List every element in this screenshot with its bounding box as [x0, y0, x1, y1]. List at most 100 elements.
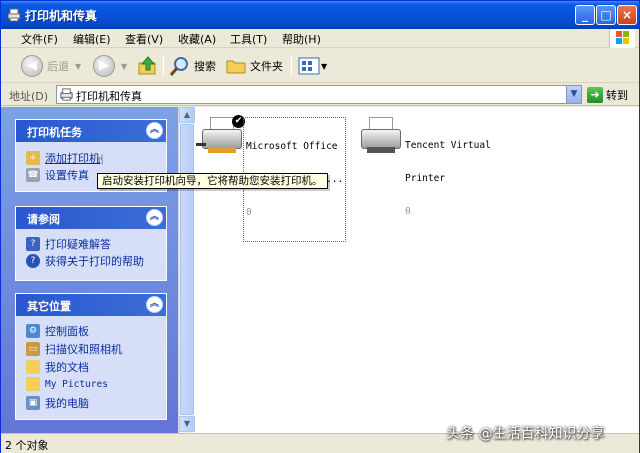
scroll-thumb[interactable]	[180, 124, 194, 415]
link-label: 我的文档	[45, 361, 89, 374]
views-button[interactable]: ▼	[298, 53, 327, 79]
help-icon: ?	[26, 237, 40, 251]
printer-icon	[359, 115, 403, 155]
help-circle-icon: ?	[26, 254, 40, 268]
folders-button[interactable]: 文件夹	[225, 53, 283, 79]
up-folder-icon	[138, 56, 156, 75]
views-dropdown-icon: ▼	[321, 61, 328, 71]
toolbar-separator	[291, 56, 292, 76]
search-button[interactable]: 搜索	[169, 53, 216, 79]
panel-title: 其它位置	[27, 300, 71, 313]
address-value: 打印机和传真	[76, 90, 142, 103]
scanners-cameras-link[interactable]: ▭ 扫描仪和照相机	[26, 341, 122, 357]
folder-icon	[226, 60, 246, 74]
collapse-icon[interactable]: ︽	[146, 122, 163, 139]
collapse-icon[interactable]: ︽	[146, 296, 163, 313]
address-dropdown-icon[interactable]: ▼	[566, 86, 581, 103]
search-label: 搜索	[194, 60, 216, 73]
explorer-window: 打印机和传真 _ □ × 文件(F) 编辑(E) 查看(V) 收藏(A) 工具(…	[0, 0, 640, 453]
printer-icon: ✔	[196, 115, 245, 155]
control-panel-icon: ⚙	[26, 324, 40, 338]
back-arrow-icon: ◀	[21, 55, 43, 77]
address-bar: 地址(D) 打印机和传真 ▼ ➜ 转到	[1, 84, 639, 106]
menu-view[interactable]: 查看(V)	[125, 31, 163, 47]
printer-name-line1: Tencent Virtual	[405, 140, 491, 151]
title-bar[interactable]: 打印机和传真 _ □ ×	[1, 1, 639, 29]
folder-icon	[26, 360, 40, 374]
see-also-header[interactable]: 请参阅 ︽	[16, 207, 166, 229]
menu-help[interactable]: 帮助(H)	[282, 31, 321, 47]
scroll-up-icon[interactable]: ▲	[179, 107, 195, 123]
minimize-button[interactable]: _	[575, 5, 595, 25]
link-label: 获得关于打印的帮助	[45, 255, 144, 268]
control-panel-link[interactable]: ⚙ 控制面板	[26, 323, 89, 339]
see-also-panel: 请参阅 ︽ ? 打印疑难解答 ? 获得关于打印的帮助	[15, 206, 167, 281]
printer-tasks-header[interactable]: 打印机任务 ︽	[16, 120, 166, 142]
tooltip: 启动安装打印机向导，它将帮助您安装打印机。	[97, 173, 328, 189]
fax-icon: ☎	[26, 168, 40, 182]
other-places-panel: 其它位置 ︽ ⚙ 控制面板 ▭ 扫描仪和照相机 我的文档 My Pictures…	[15, 293, 167, 420]
printing-help-link[interactable]: ? 获得关于打印的帮助	[26, 253, 144, 269]
back-label: 后退	[47, 60, 69, 73]
windows-logo-icon	[609, 29, 635, 48]
link-label: 设置传真	[45, 169, 89, 182]
window-title: 打印机和传真	[25, 9, 98, 23]
printer-label: Tencent Virtual Printer 0	[405, 118, 491, 239]
task-pane-scrollbar[interactable]: ▲ ▼	[178, 107, 195, 433]
printer-name-line2: Printer	[405, 173, 446, 184]
menu-edit[interactable]: 编辑(E)	[73, 31, 111, 47]
forward-dropdown-icon: ▼	[121, 61, 128, 71]
back-button[interactable]: ◀ 后退 ▼	[21, 53, 81, 79]
link-label: 我的电脑	[45, 397, 89, 410]
printer-folder-icon	[7, 8, 21, 22]
panel-title: 请参阅	[27, 213, 60, 226]
link-label: 控制面板	[45, 325, 89, 338]
add-printer-icon: +	[26, 151, 40, 165]
forward-arrow-icon: ▶	[93, 55, 115, 77]
link-label: 打印疑难解答	[45, 238, 111, 251]
go-arrow-icon: ➜	[587, 87, 603, 103]
troubleshoot-printing-link[interactable]: ? 打印疑难解答	[26, 236, 111, 252]
printer-folder-icon	[60, 88, 73, 101]
go-button[interactable]: ➜ 转到	[587, 86, 628, 104]
address-label: 地址(D)	[9, 90, 49, 103]
menu-bar: 文件(F) 编辑(E) 查看(V) 收藏(A) 工具(T) 帮助(H)	[1, 29, 639, 48]
status-text: 2 个对象	[5, 439, 49, 452]
menu-favorites[interactable]: 收藏(A)	[178, 31, 216, 47]
folders-label: 文件夹	[250, 60, 283, 73]
hand-cursor-icon: ☝	[96, 153, 104, 168]
menu-file[interactable]: 文件(F)	[21, 31, 58, 47]
collapse-icon[interactable]: ︽	[146, 209, 163, 226]
printer-jobs: 0	[405, 206, 411, 217]
menu-tools[interactable]: 工具(T)	[230, 31, 267, 47]
link-label: 扫描仪和照相机	[45, 343, 122, 356]
toolbar-separator	[163, 56, 164, 76]
toolbar: ◀ 后退 ▼ ▶ ▼ 搜索 文件夹 ▼	[1, 49, 639, 83]
my-documents-link[interactable]: 我的文档	[26, 359, 89, 375]
maximize-button[interactable]: □	[596, 5, 616, 25]
other-places-header[interactable]: 其它位置 ︽	[16, 294, 166, 316]
search-icon	[169, 57, 188, 76]
panel-title: 打印机任务	[27, 126, 82, 139]
go-label: 转到	[606, 89, 628, 102]
close-button[interactable]: ×	[617, 5, 637, 25]
address-field[interactable]: 打印机和传真 ▼	[56, 85, 582, 104]
add-printer-link[interactable]: + 添加打印机	[26, 150, 100, 166]
forward-button[interactable]: ▶ ▼	[93, 53, 127, 79]
printer-name-line1: Microsoft Office	[246, 141, 338, 152]
views-icon	[298, 57, 320, 75]
scanner-icon: ▭	[26, 342, 40, 356]
printer-jobs: 0	[246, 207, 252, 218]
link-label: 添加打印机	[45, 152, 100, 165]
watermark: 头条 @生活百科知识分享	[446, 426, 605, 442]
scroll-down-icon[interactable]: ▼	[179, 416, 195, 432]
my-pictures-link[interactable]: My Pictures	[26, 377, 108, 391]
back-dropdown-icon: ▼	[75, 61, 82, 71]
link-label: My Pictures	[45, 378, 108, 390]
computer-icon: ▣	[26, 396, 40, 410]
folder-icon	[26, 377, 40, 391]
up-folder-button[interactable]	[137, 53, 159, 79]
setup-fax-link[interactable]: ☎ 设置传真	[26, 167, 89, 183]
task-pane: 打印机任务 ︽ + 添加打印机 ☎ 设置传真 请参阅 ︽ ? 打印疑难解答 ? …	[1, 107, 178, 433]
my-computer-link[interactable]: ▣ 我的电脑	[26, 395, 89, 411]
